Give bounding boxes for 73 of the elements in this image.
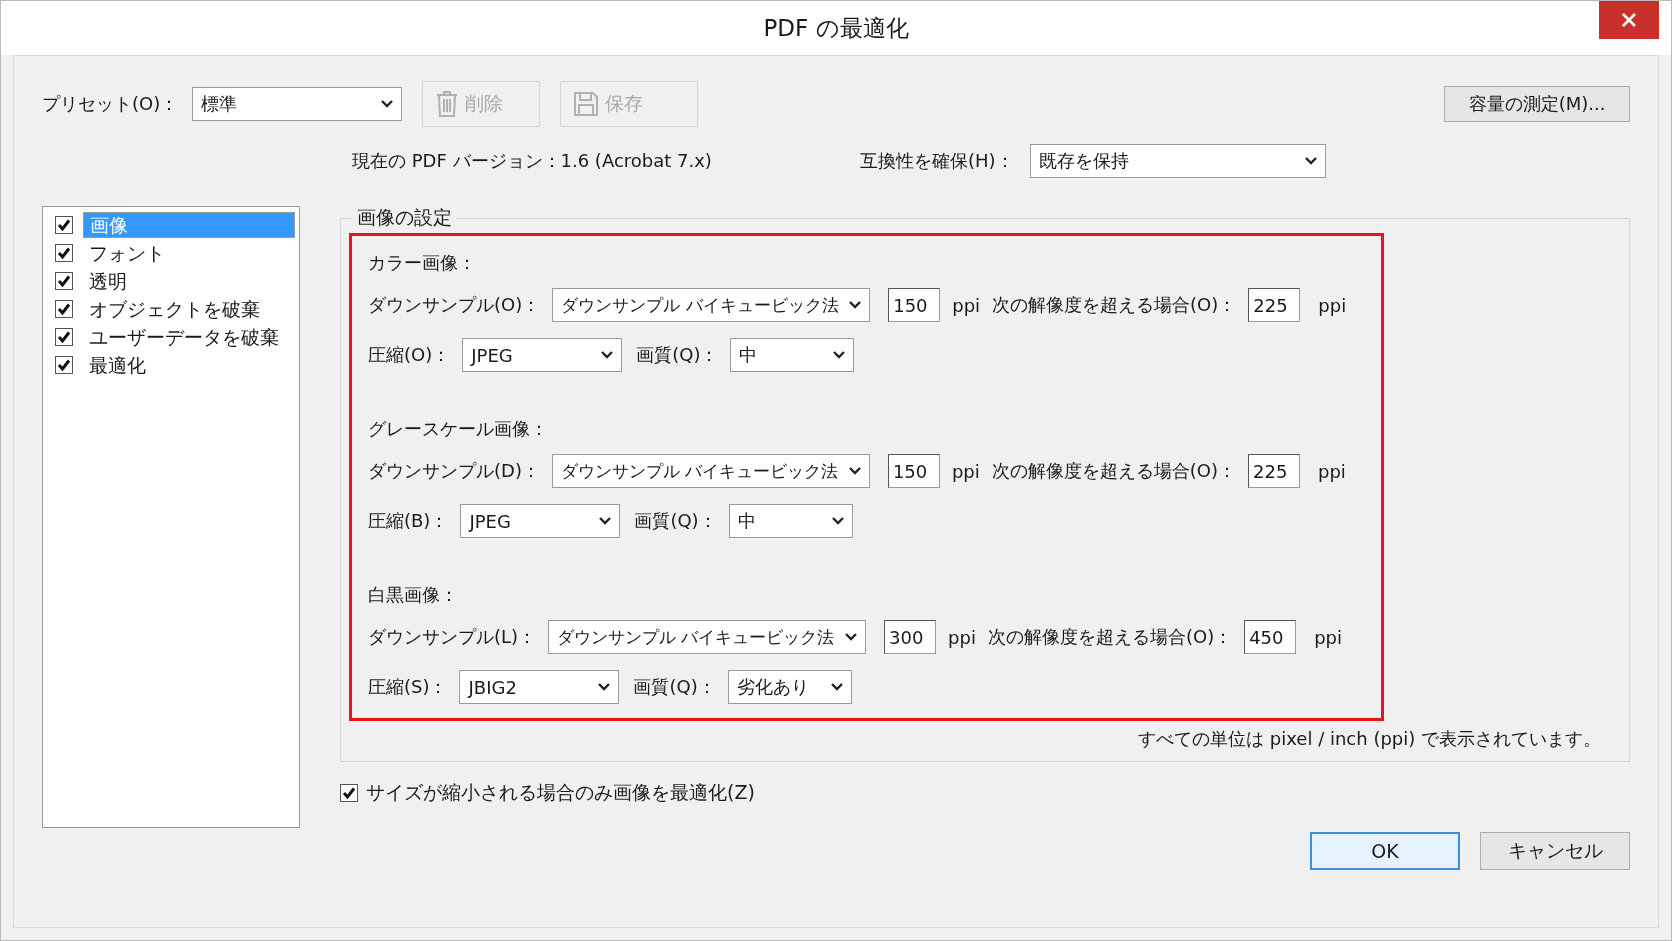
unit-label: ppi	[951, 460, 980, 482]
preset-dropdown[interactable]: 標準	[192, 87, 403, 121]
resolution-field[interactable]: 150	[888, 288, 941, 322]
close-icon	[1622, 13, 1636, 27]
checkbox[interactable]	[55, 244, 73, 262]
unit-label: ppi	[1318, 294, 1347, 316]
chevron-icon	[849, 301, 862, 309]
quality-label: 画質(Q)：	[634, 509, 717, 533]
quality-label: 画質(Q)：	[633, 675, 716, 699]
measure-button[interactable]: 容量の測定(M)...	[1444, 86, 1630, 122]
chevron-icon	[1304, 157, 1317, 165]
checkbox[interactable]	[55, 356, 73, 374]
downsample-label: ダウンサンプル(L)：	[368, 625, 537, 649]
checkbox[interactable]	[55, 328, 73, 346]
preset-label: プリセット(O)：	[42, 92, 179, 116]
unit-label: ppi	[948, 626, 976, 648]
pdf-version-text: 現在の PDF バージョン：1.6 (Acrobat 7.x)	[352, 149, 713, 173]
downsample-dropdown[interactable]: ダウンサンプル バイキュービック法	[548, 620, 867, 654]
compression-dropdown[interactable]: JBIG2	[459, 670, 620, 704]
chevron-icon	[848, 467, 861, 475]
option-label: サイズが縮小される場合のみ画像を最適化(Z)	[366, 780, 755, 805]
compression-dropdown[interactable]: JPEG	[462, 338, 623, 372]
downsample-dropdown[interactable]: ダウンサンプル バイキュービック法	[552, 288, 871, 322]
threshold-field[interactable]: 225	[1248, 454, 1300, 488]
compatibility-label: 互換性を確保(H)：	[860, 149, 1014, 173]
checkbox[interactable]	[55, 272, 73, 290]
section-title: カラー画像：	[368, 251, 476, 275]
checkbox[interactable]	[55, 300, 73, 318]
chevron-icon	[381, 100, 394, 108]
chevron-icon	[601, 351, 614, 359]
compression-label: 圧縮(B)：	[368, 509, 449, 533]
cancel-button[interactable]: キャンセル	[1480, 832, 1630, 870]
chevron-icon	[830, 683, 843, 691]
quality-dropdown[interactable]: 中	[728, 504, 853, 538]
category-item[interactable]: 最適化	[83, 352, 295, 378]
threshold-label: 次の解像度を超える場合(O)：	[987, 625, 1233, 649]
checkbox[interactable]	[55, 216, 73, 234]
compression-label: 圧縮(O)：	[368, 343, 451, 367]
unit-label: ppi	[952, 294, 981, 316]
category-item[interactable]: フォント	[83, 240, 295, 266]
close-button[interactable]	[1599, 1, 1659, 39]
downsample-label: ダウンサンプル(O)：	[368, 293, 541, 317]
resolution-field[interactable]: 150	[887, 454, 940, 488]
section-title: グレースケール画像：	[368, 417, 548, 441]
units-note: すべての単位は pixel / inch (ppi) で表示されています。	[1138, 727, 1601, 751]
threshold-field[interactable]: 225	[1248, 288, 1301, 322]
section-title: 白黒画像：	[368, 583, 458, 607]
window-title: PDF の最適化	[763, 13, 909, 43]
category-item[interactable]: 透明	[83, 268, 295, 294]
trash-icon	[435, 90, 460, 118]
ok-button[interactable]: OK	[1310, 832, 1460, 870]
chevron-icon	[845, 633, 858, 641]
downsample-dropdown[interactable]: ダウンサンプル バイキュービック法	[551, 454, 870, 488]
unit-label: ppi	[1314, 626, 1342, 648]
threshold-label: 次の解像度を超える場合(O)：	[992, 293, 1237, 317]
quality-dropdown[interactable]: 劣化あり	[727, 670, 852, 704]
quality-label: 画質(Q)：	[636, 343, 719, 367]
chevron-icon	[833, 351, 846, 359]
unit-label: ppi	[1318, 460, 1346, 482]
compression-label: 圧縮(S)：	[368, 675, 448, 699]
quality-dropdown[interactable]: 中	[730, 338, 855, 372]
category-item[interactable]: ユーザーデータを破棄	[83, 324, 295, 350]
chevron-icon	[598, 683, 611, 691]
resolution-field[interactable]: 300	[884, 620, 937, 654]
category-item[interactable]: オブジェクトを破棄	[83, 296, 295, 322]
chevron-icon	[599, 517, 612, 525]
compression-dropdown[interactable]: JPEG	[460, 504, 621, 538]
checkbox[interactable]	[340, 784, 358, 802]
threshold-label: 次の解像度を超える場合(O)：	[991, 459, 1236, 483]
chevron-icon	[831, 517, 844, 525]
threshold-field[interactable]: 450	[1244, 620, 1297, 654]
compatibility-dropdown[interactable]: 既存を保持	[1029, 144, 1326, 178]
downsample-label: ダウンサンプル(D)：	[368, 459, 540, 483]
